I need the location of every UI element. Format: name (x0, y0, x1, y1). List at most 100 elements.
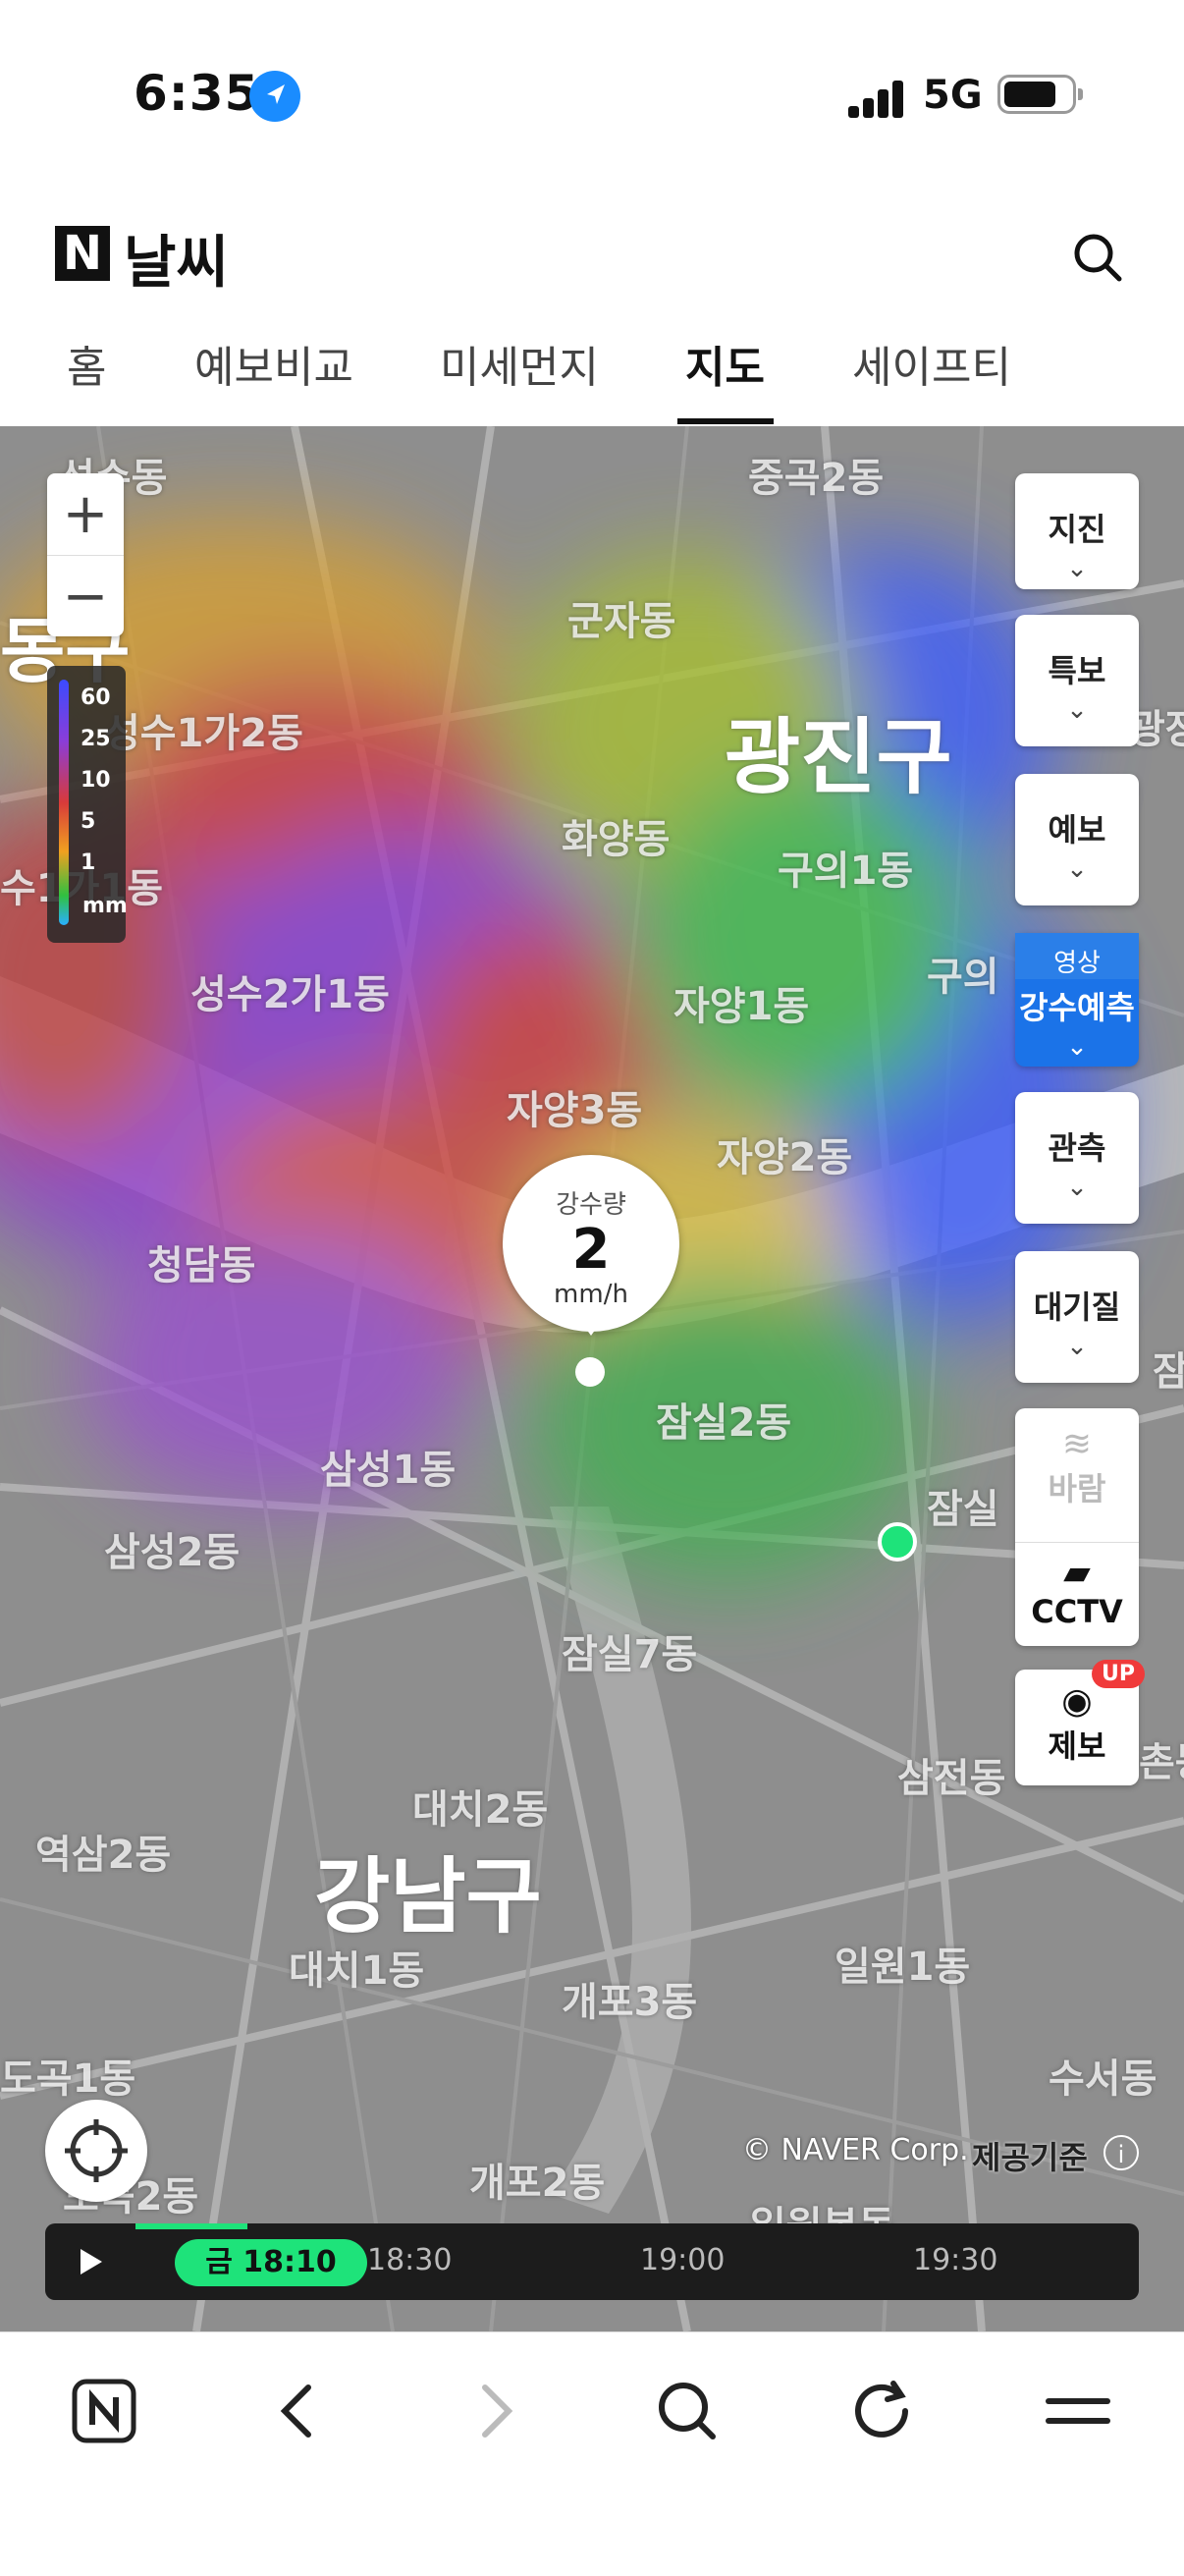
back-icon[interactable] (259, 2372, 338, 2450)
rain-forecast-button[interactable]: 영상 강수예측 ⌄ (1015, 933, 1139, 1067)
bubble-unit: mm/h (554, 1280, 628, 1309)
video-label: 영상 (1015, 933, 1139, 979)
play-icon[interactable] (45, 2223, 134, 2300)
precipitation-legend: 60 25 10 5 1 mm (47, 666, 128, 943)
active-tab-indicator (677, 418, 774, 424)
place-label: 중곡2동 (748, 456, 885, 501)
copyright-text: © NAVER Corp. (742, 2133, 969, 2167)
place-label: 삼전동 (897, 1756, 1006, 1801)
timeline-progress (135, 2223, 247, 2229)
search-icon[interactable] (1070, 230, 1125, 285)
location-arrow-icon (249, 71, 300, 122)
legend-value: 10 (81, 768, 111, 793)
tab-fine-dust[interactable]: 미세먼지 (440, 332, 599, 395)
place-label: 성수2가1동 (190, 972, 390, 1017)
precipitation-bubble: 강수량 2 mm/h (503, 1155, 679, 1336)
source-link[interactable]: 제공기준 (972, 2133, 1088, 2178)
wind-button[interactable]: ≋ 바람 (1015, 1424, 1139, 1543)
naver-logo[interactable]: N (55, 226, 110, 281)
menu-icon[interactable] (1039, 2372, 1117, 2450)
legend-color-bar (59, 680, 69, 925)
place-label: 수서동 (1049, 2056, 1157, 2102)
warning-button[interactable]: 특보 ⌄ (1015, 615, 1139, 746)
tab-forecast-compare[interactable]: 예보비교 (194, 332, 353, 395)
signal-icon (848, 79, 907, 118)
chevron-down-icon: ⌄ (1066, 1032, 1088, 1062)
forecast-button[interactable]: 예보 ⌄ (1015, 774, 1139, 905)
place-label: 도곡1동 (0, 2056, 136, 2102)
selected-location-pin[interactable] (575, 1357, 605, 1387)
page-title: 날씨 (124, 229, 229, 296)
bubble-label: 강수량 (556, 1190, 626, 1220)
legend-value: 25 (81, 727, 111, 751)
place-label: 대치1동 (289, 1948, 425, 1994)
battery-icon (997, 75, 1083, 114)
place-label: 군자동 (567, 599, 676, 644)
place-label: 삼성1동 (320, 1448, 457, 1493)
wind-cctv-group: ≋ 바람 ▰ CCTV (1015, 1408, 1139, 1646)
locate-me-button[interactable] (45, 2100, 147, 2202)
place-label: 성수1가2동 (104, 711, 303, 756)
browser-toolbar (0, 2331, 1184, 2576)
earthquake-button[interactable]: 지진 ⌄ (1015, 473, 1139, 589)
zoom-in-button[interactable]: + (47, 473, 124, 556)
place-label: 잠실 (927, 1487, 999, 1532)
zoom-control: + − (47, 473, 124, 636)
status-bar: 6:35 5G (0, 0, 1184, 187)
place-label: 삼성2동 (104, 1530, 241, 1575)
timeline-tick: 18:30 (367, 2243, 453, 2277)
place-label: 구의 (927, 955, 999, 1000)
chevron-down-icon: ⌄ (1066, 695, 1088, 725)
place-label: 역삼2동 (35, 1833, 172, 1878)
observation-button[interactable]: 관측 ⌄ (1015, 1092, 1139, 1224)
up-badge: UP (1092, 1660, 1145, 1688)
place-label: 일원1동 (834, 1945, 971, 1990)
place-label: 개포3동 (562, 1980, 698, 2025)
forward-icon[interactable] (456, 2372, 534, 2450)
naver-home-icon[interactable] (65, 2372, 143, 2450)
cctv-camera-icon: ▰ (1063, 1553, 1091, 1593)
chevron-down-icon: ⌄ (1066, 854, 1088, 884)
place-label: 자양2동 (717, 1135, 853, 1180)
place-label: 개포2동 (469, 2161, 606, 2206)
legend-value: 5 (81, 809, 96, 834)
place-label: 화양동 (562, 817, 671, 862)
tab-map[interactable]: 지도 (685, 332, 765, 395)
tab-safety[interactable]: 세이프티 (852, 332, 1011, 395)
current-location-dot (878, 1522, 917, 1562)
tab-home[interactable]: 홈 (67, 332, 106, 395)
legend-unit: mm (82, 894, 128, 918)
air-quality-button[interactable]: 대기질 ⌄ (1015, 1251, 1139, 1383)
place-label: 대치2동 (412, 1787, 549, 1833)
status-time: 6:35 (134, 65, 260, 122)
report-button[interactable]: ◉ 제보 UP (1015, 1660, 1145, 1785)
legend-value: 1 (81, 850, 96, 875)
bubble-value: 2 (571, 1218, 611, 1282)
info-icon[interactable]: i (1103, 2135, 1139, 2170)
network-type: 5G (923, 73, 983, 118)
place-label: 자양1동 (673, 984, 810, 1029)
search-icon[interactable] (648, 2372, 727, 2450)
current-time-chip[interactable]: 금 18:10 (175, 2239, 367, 2286)
refresh-icon[interactable] (844, 2372, 923, 2450)
crosshair-icon (65, 2119, 128, 2182)
chevron-down-icon: ⌄ (1066, 1173, 1088, 1202)
district-label: 광진구 (725, 709, 952, 805)
place-label: 촌동 (1139, 1740, 1184, 1785)
place-label: 자양3동 (507, 1088, 643, 1133)
place-label: 구의1동 (778, 849, 914, 894)
district-label: 강남구 (314, 1848, 542, 1945)
chevron-down-icon: ⌄ (1066, 1332, 1088, 1361)
place-label: 잠실7동 (562, 1632, 698, 1677)
app-header: N 날씨 (0, 187, 1184, 324)
time-slider[interactable]: 금 18:10 18:30 19:00 19:30 (45, 2223, 1139, 2300)
zoom-out-button[interactable]: − (47, 556, 124, 637)
timeline-tick: 19:00 (640, 2243, 726, 2277)
cctv-button[interactable]: ▰ CCTV (1015, 1553, 1139, 1671)
weather-map[interactable]: 군자동 중곡2동 성수동 광진구 화양동 구의1동 구의 자양1동 자양2동 자… (0, 426, 1184, 2331)
timeline-tick: 19:30 (913, 2243, 998, 2277)
legend-value: 60 (81, 685, 111, 710)
place-label: 잠실2동 (656, 1400, 792, 1446)
place-label: 잠 (1153, 1349, 1184, 1395)
tab-bar: 홈 예보비교 미세먼지 지도 세이프티 (0, 324, 1184, 428)
